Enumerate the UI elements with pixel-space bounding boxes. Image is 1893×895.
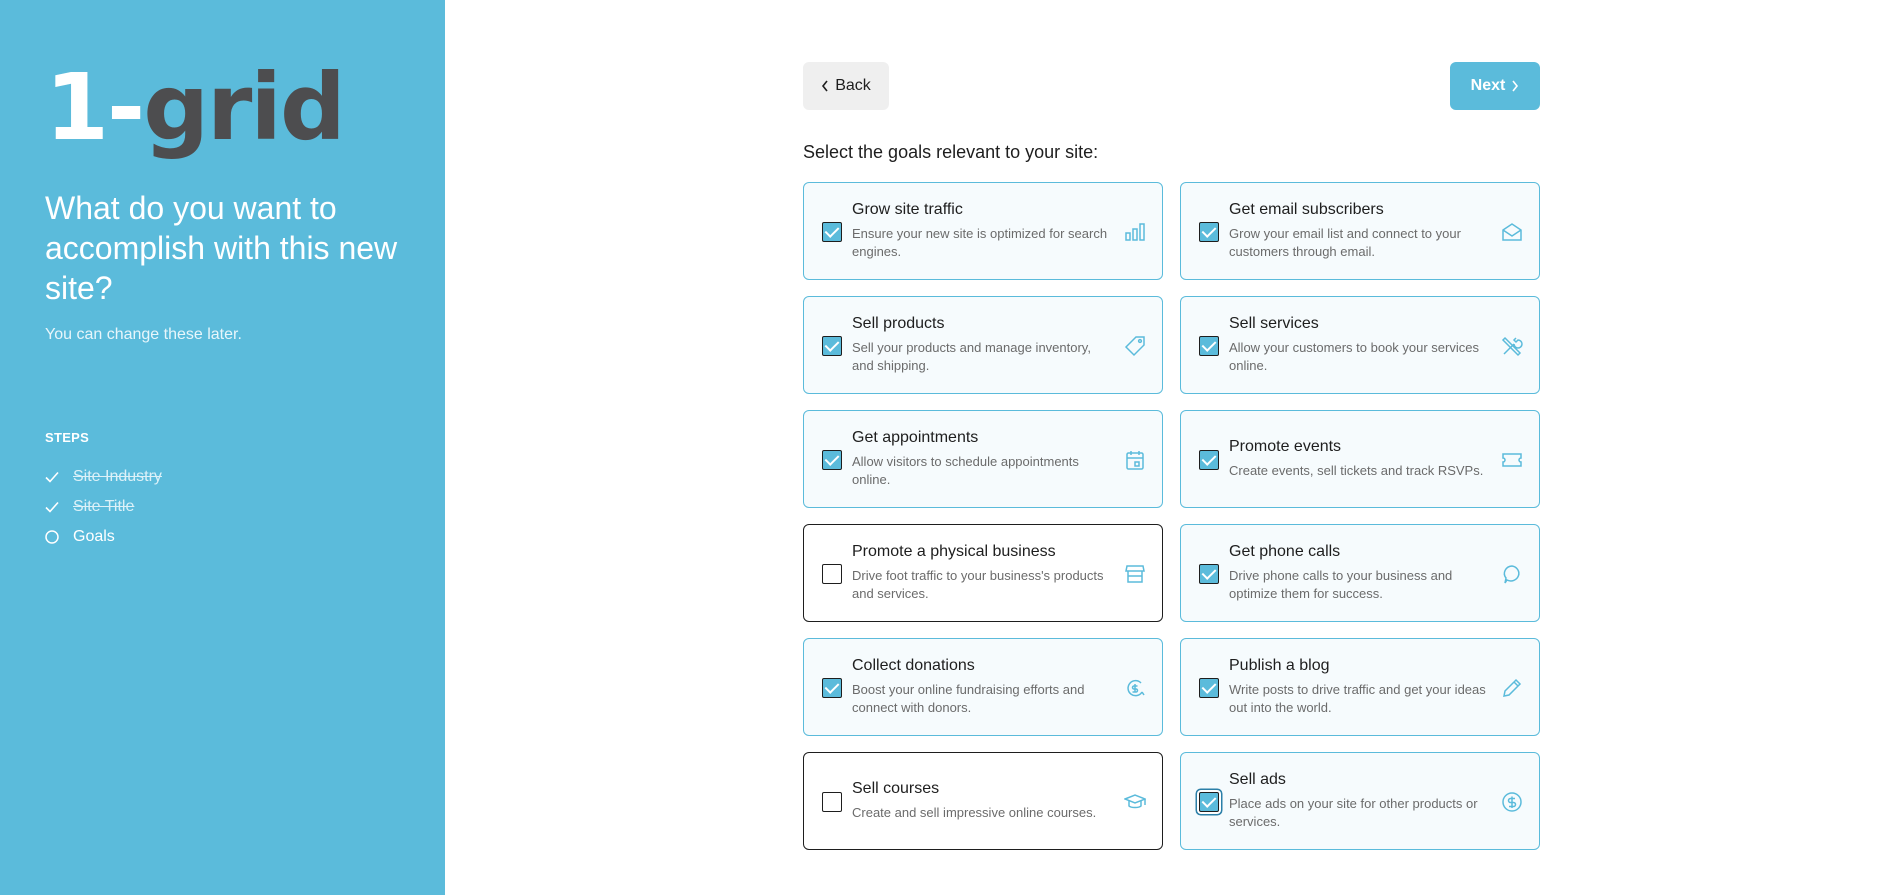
goal-text: Get phone calls Drive phone calls to you… (1229, 525, 1489, 621)
goal-text: Sell courses Create and sell impressive … (852, 753, 1112, 849)
goal-description: Sell your products and manage inventory,… (852, 340, 1091, 373)
goal-title: Promote a physical business (852, 543, 1056, 560)
sidebar: 1-grid What do you want to accomplish wi… (0, 0, 445, 895)
goal-checkbox[interactable] (1199, 564, 1219, 584)
goal-text: Collect donations Boost your online fund… (852, 639, 1112, 735)
goal-text: Sell services Allow your customers to bo… (1229, 297, 1489, 393)
goal-card-sell-courses[interactable]: Sell courses Create and sell impressive … (803, 752, 1163, 850)
goal-card-sell-ads[interactable]: Sell ads Place ads on your site for othe… (1180, 752, 1540, 850)
back-label: Back (835, 77, 871, 94)
goal-card-get-email-subscribers[interactable]: Get email subscribers Grow your email li… (1180, 182, 1540, 280)
envelope-open-icon (1502, 223, 1522, 241)
goal-title: Get appointments (852, 429, 979, 446)
goal-checkbox[interactable] (822, 336, 842, 356)
storefront-icon (1125, 565, 1145, 583)
goal-text: Grow site traffic Ensure your new site i… (852, 183, 1112, 279)
goal-text: Sell ads Place ads on your site for othe… (1229, 753, 1489, 849)
ticket-icon (1502, 453, 1522, 467)
goal-checkbox[interactable] (822, 222, 842, 242)
goal-description: Grow your email list and connect to your… (1229, 226, 1461, 259)
goal-description: Ensure your new site is optimized for se… (852, 226, 1108, 259)
graduation-cap-icon (1124, 794, 1146, 809)
check-icon (45, 469, 67, 485)
goal-description: Drive foot traffic to your business's pr… (852, 568, 1104, 601)
tools-icon (1501, 336, 1523, 357)
chevron-right-icon (1512, 80, 1519, 92)
steps-title: STEPS (45, 430, 90, 445)
goal-card-sell-products[interactable]: Sell products Sell your products and man… (803, 296, 1163, 394)
step-site-title: Site Title (45, 492, 162, 522)
next-label: Next (1470, 77, 1506, 94)
back-button[interactable]: Back (803, 62, 889, 110)
goal-card-publish-blog[interactable]: Publish a blog Write posts to drive traf… (1180, 638, 1540, 736)
goal-title: Collect donations (852, 657, 975, 674)
goal-title: Sell courses (852, 780, 940, 797)
goal-checkbox[interactable] (1199, 336, 1219, 356)
goal-title: Get email subscribers (1229, 201, 1384, 218)
dollar-coin-icon (1502, 792, 1522, 812)
goal-card-sell-services[interactable]: Sell services Allow your customers to bo… (1180, 296, 1540, 394)
goal-title: Get phone calls (1229, 543, 1341, 560)
goal-checkbox[interactable] (822, 678, 842, 698)
goal-text: Promote events Create events, sell ticke… (1229, 411, 1489, 507)
goal-text: Get email subscribers Grow your email li… (1229, 183, 1489, 279)
goal-card-promote-physical-business[interactable]: Promote a physical business Drive foot t… (803, 524, 1163, 622)
goal-title: Sell services (1229, 315, 1319, 332)
goal-card-get-phone-calls[interactable]: Get phone calls Drive phone calls to you… (1180, 524, 1540, 622)
check-icon (45, 499, 67, 515)
goal-description: Allow your customers to book your servic… (1229, 340, 1479, 373)
goal-description: Boost your online fundraising efforts an… (852, 682, 1085, 715)
goal-title: Sell products (852, 315, 945, 332)
page-heading: What do you want to accomplish with this… (45, 190, 398, 306)
goal-card-get-appointments[interactable]: Get appointments Allow visitors to sched… (803, 410, 1163, 508)
next-button[interactable]: Next (1450, 62, 1540, 110)
goal-title: Publish a blog (1229, 657, 1330, 674)
step-site-industry: Site Industry (45, 462, 162, 492)
steps-list: Site Industry Site Title Goals (45, 462, 162, 552)
goal-description: Place ads on your site for other product… (1229, 796, 1478, 829)
goal-description: Write posts to drive traffic and get you… (1229, 682, 1486, 715)
goal-card-grow-site-traffic[interactable]: Grow site traffic Ensure your new site i… (803, 182, 1163, 280)
circle-icon (45, 529, 67, 545)
goal-card-promote-events[interactable]: Promote events Create events, sell ticke… (1180, 410, 1540, 508)
goal-card-collect-donations[interactable]: Collect donations Boost your online fund… (803, 638, 1163, 736)
goal-description: Create events, sell tickets and track RS… (1229, 463, 1484, 478)
donation-icon (1127, 679, 1145, 697)
chevron-left-icon (822, 80, 828, 92)
goal-text: Sell products Sell your products and man… (852, 297, 1112, 393)
goal-checkbox[interactable] (822, 792, 842, 812)
step-label: Site Industry (73, 468, 162, 485)
goal-checkbox[interactable] (1199, 222, 1219, 242)
step-label: Goals (73, 528, 115, 545)
pencil-icon (1503, 678, 1522, 697)
speech-bubble-icon (1503, 565, 1520, 584)
step-goals: Goals (45, 522, 162, 552)
goal-checkbox[interactable] (822, 564, 842, 584)
goal-checkbox[interactable] (1199, 792, 1219, 812)
calendar-icon (1126, 451, 1144, 470)
goal-title: Sell ads (1229, 771, 1286, 788)
logo: 1-grid (45, 54, 346, 161)
goal-text: Promote a physical business Drive foot t… (852, 525, 1112, 621)
price-tag-icon (1124, 336, 1145, 357)
goal-description: Drive phone calls to your business and o… (1229, 568, 1453, 601)
goal-text: Get appointments Allow visitors to sched… (852, 411, 1112, 507)
goal-checkbox[interactable] (822, 450, 842, 470)
goals-grid: Grow site traffic Ensure your new site i… (803, 182, 1540, 850)
goal-checkbox[interactable] (1199, 678, 1219, 698)
goal-title: Promote events (1229, 438, 1342, 455)
goal-title: Grow site traffic (852, 201, 963, 218)
goal-description: Allow visitors to schedule appointments … (852, 454, 1079, 487)
goal-description: Create and sell impressive online course… (852, 805, 1097, 820)
step-label: Site Title (73, 498, 135, 515)
bar-chart-icon (1125, 223, 1145, 241)
page-subheading: You can change these later. (45, 326, 242, 343)
goals-prompt: Select the goals relevant to your site: (803, 142, 1099, 162)
goal-text: Publish a blog Write posts to drive traf… (1229, 639, 1489, 735)
goal-checkbox[interactable] (1199, 450, 1219, 470)
